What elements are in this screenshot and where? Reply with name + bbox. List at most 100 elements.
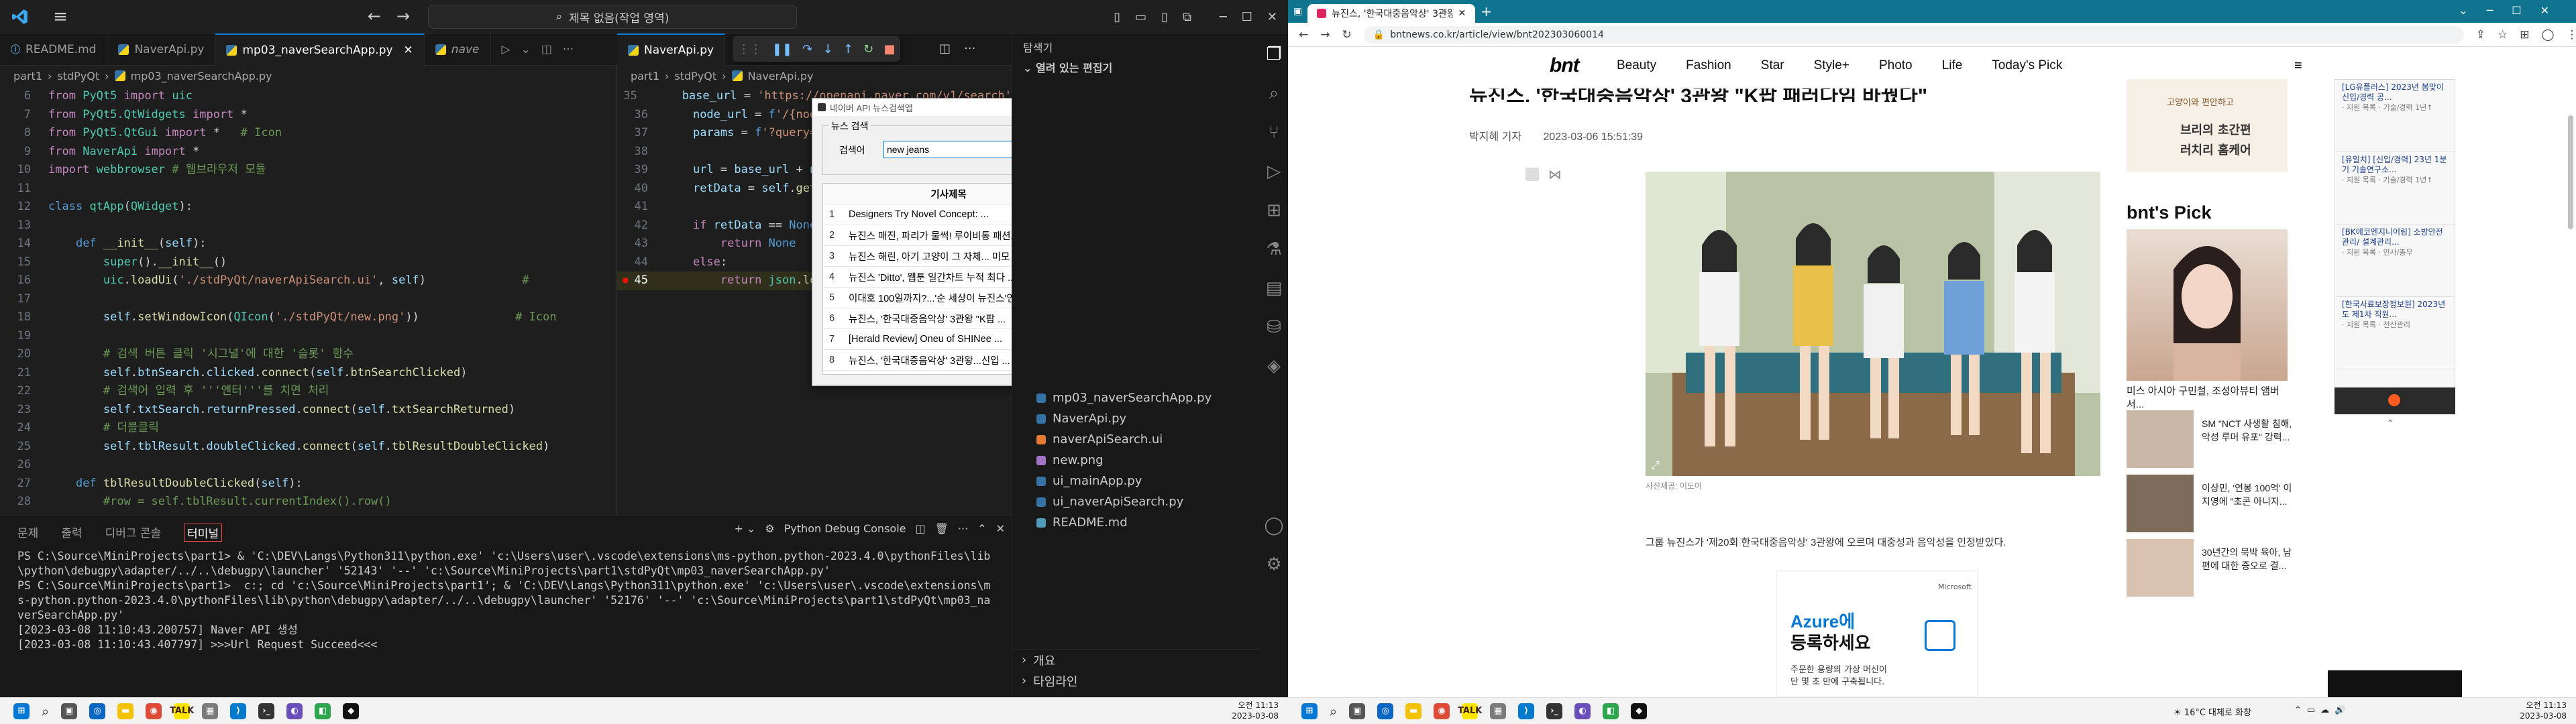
pick-thumbnail[interactable]: [2127, 539, 2194, 597]
split-terminal-icon[interactable]: ◫: [915, 522, 925, 535]
address-bar[interactable]: 🔒 bntnews.co.kr/article/view/bnt20230306…: [1363, 25, 2464, 44]
more-actions-icon[interactable]: ···: [964, 42, 975, 56]
search-icon[interactable]: ⌕: [1269, 83, 1279, 104]
windows-start-icon[interactable]: ⊞: [1301, 703, 1318, 719]
step-over-icon[interactable]: ↷: [802, 42, 812, 56]
search-icon[interactable]: ⌕: [1330, 703, 1337, 719]
testing-icon[interactable]: ⚗: [1266, 239, 1281, 259]
clock[interactable]: 오전 11:13 2023-03-08: [1232, 700, 1279, 721]
layout-sidebar-icon[interactable]: ▯: [1114, 10, 1120, 24]
weather-widget[interactable]: ☀ 16°C 대체로 화창: [2174, 705, 2251, 718]
chevron-down-icon[interactable]: ⌄: [521, 43, 531, 56]
pick-thumbnail[interactable]: [2127, 475, 2194, 532]
chrome-icon[interactable]: ◉: [1434, 703, 1450, 719]
back-icon[interactable]: ←: [1299, 28, 1308, 42]
app-icon[interactable]: ◐: [286, 703, 303, 719]
extensions-icon[interactable]: ⊞: [2520, 28, 2529, 42]
outline-section[interactable]: › 개요: [1012, 650, 1260, 670]
layout-secondary-icon[interactable]: ▯: [1161, 10, 1168, 24]
breakpoint-icon[interactable]: ●: [623, 272, 628, 290]
tab-readme[interactable]: ⓘ README.md: [0, 34, 108, 66]
forward-icon[interactable]: →: [1320, 28, 1330, 42]
nav-item[interactable]: Beauty: [1617, 58, 1656, 73]
nav-item[interactable]: Fashion: [1686, 58, 1731, 73]
close-tab-icon[interactable]: ✕: [1458, 8, 1466, 19]
app-icon[interactable]: ◎: [1377, 703, 1394, 719]
task-view-icon[interactable]: ▣: [61, 703, 78, 719]
breadcrumb-item[interactable]: NaverApi.py: [748, 70, 814, 82]
search-icon[interactable]: ⌕: [42, 703, 49, 719]
file-tree-item[interactable]: mp03_naverSearchApp.py: [1012, 387, 1260, 408]
nav-item[interactable]: Photo: [1879, 58, 1913, 73]
step-out-icon[interactable]: ↑: [843, 42, 853, 56]
tab-naverapi-right[interactable]: NaverApi.py: [617, 34, 726, 66]
step-into-icon[interactable]: ↓: [822, 42, 833, 56]
azure-ad[interactable]: Microsoft Azure에 등록하세요 주문한 용량의 가상 머신이 단 …: [1776, 570, 1978, 697]
tab-problems[interactable]: 문제: [17, 524, 38, 542]
app-icon[interactable]: ◧: [315, 703, 331, 719]
reload-icon[interactable]: ↻: [1342, 28, 1352, 42]
split-editor-icon[interactable]: ◫: [939, 42, 951, 56]
timeline-section[interactable]: › 타임라인: [1012, 670, 1260, 691]
hamburger-menu-icon[interactable]: ≡: [2294, 58, 2302, 74]
drag-handle-icon[interactable]: ⋮⋮: [738, 42, 762, 56]
close-icon[interactable]: ✕: [996, 522, 1005, 535]
terminal-icon[interactable]: ›_: [1546, 703, 1563, 719]
maximize-panel-icon[interactable]: ⌃: [977, 522, 986, 535]
breadcrumb-item[interactable]: part1: [13, 70, 42, 82]
restart-icon[interactable]: ↻: [863, 42, 873, 56]
terminal-icon[interactable]: ›_: [258, 703, 275, 719]
breadcrumb-item[interactable]: stdPyQt: [57, 70, 99, 82]
app-icon[interactable]: ◧: [1603, 703, 1619, 719]
layers-icon[interactable]: ◈: [1267, 356, 1281, 376]
vscode-icon[interactable]: ⟩: [1518, 703, 1535, 719]
more-actions-icon[interactable]: ···: [958, 522, 968, 535]
file-tree-item[interactable]: ui_naverApiSearch.py: [1012, 491, 1260, 512]
tab-debug-console[interactable]: 디버그 콘솔: [105, 524, 162, 542]
nav-back-forward-icons[interactable]: ← →: [368, 7, 410, 25]
share-icon[interactable]: ⇪: [2476, 28, 2485, 42]
account-icon[interactable]: ◯: [1264, 516, 1283, 536]
system-tray[interactable]: ⌃▭☁🔊: [2294, 705, 2351, 715]
run-icon[interactable]: ▷: [502, 43, 511, 56]
new-tab-icon[interactable]: +: [1481, 3, 1492, 19]
open-editors-header[interactable]: ⌄ 열려 있는 편집기: [1012, 55, 1260, 76]
minimize-icon[interactable]: ─: [1220, 10, 1227, 24]
hamburger-menu-icon[interactable]: ≡: [40, 0, 80, 34]
app-icon[interactable]: ◎: [89, 703, 106, 719]
tab-nave[interactable]: nave: [425, 34, 491, 66]
run-debug-icon[interactable]: ▷: [1267, 162, 1281, 182]
pick-main-image[interactable]: [2127, 229, 2288, 381]
code-editor-left[interactable]: 6 from PyQt5 import uic 7 from PyQt5.QtWidg…: [0, 87, 616, 514]
kakaotalk-icon[interactable]: TALK: [1458, 703, 1482, 719]
article-photo[interactable]: ⤢: [1646, 172, 2100, 476]
terminal-name[interactable]: Python Debug Console: [784, 522, 906, 535]
tab-terminal[interactable]: 터미널: [184, 524, 223, 542]
tab-output[interactable]: 출력: [61, 524, 82, 542]
site-logo[interactable]: bnt: [1550, 54, 1580, 77]
browser-window-controls[interactable]: ⌄─☐✕: [2459, 4, 2568, 17]
kakaotalk-icon[interactable]: TALK: [170, 703, 194, 719]
pause-icon[interactable]: ❚❚: [772, 42, 792, 56]
more-menu-icon[interactable]: ⋮: [2567, 28, 2576, 42]
tab-naverapi[interactable]: NaverApi.py: [107, 34, 216, 66]
vscode-icon[interactable]: ⟩: [230, 703, 247, 719]
expand-icon[interactable]: ⤢: [1651, 459, 1660, 472]
job-ad-item[interactable]: [유일치] [신입/경력] 23년 1분기 기술연구소... · 지원 목록 · …: [2335, 152, 2455, 225]
file-tree-item[interactable]: NaverApi.py: [1012, 408, 1260, 429]
file-tree-item[interactable]: README.md: [1012, 512, 1260, 533]
clock[interactable]: 오전 11:13 2023-03-08: [2520, 700, 2567, 721]
terminal-output[interactable]: PS C:\Source\MiniProjects\part1> & 'C:\D…: [17, 549, 997, 652]
job-ad-item[interactable]: [한국사료보장정보원] 2023년도 제1차 직원... · 지원 목록 · 전산…: [2335, 297, 2455, 369]
extensions-icon[interactable]: ⊞: [1267, 200, 1281, 221]
breadcrumb-item[interactable]: part1: [631, 70, 659, 82]
nav-item[interactable]: Style+: [1814, 58, 1849, 73]
file-tree-item[interactable]: ui_mainApp.py: [1012, 471, 1260, 491]
split-editor-icon[interactable]: ◫: [541, 43, 552, 56]
job-ad-item[interactable]: [BK에코엔지니어링] 소방안전관리/ 설계관리... · 지원 목록 · 인사/…: [2335, 225, 2455, 297]
remote-icon[interactable]: ▤: [1266, 278, 1283, 298]
gear-icon[interactable]: ⚙: [1266, 554, 1281, 575]
task-view-icon[interactable]: ▣: [1349, 703, 1366, 719]
nav-item[interactable]: Today's Pick: [1992, 58, 2062, 73]
tab-actions-icon[interactable]: ▣: [1293, 6, 1302, 17]
